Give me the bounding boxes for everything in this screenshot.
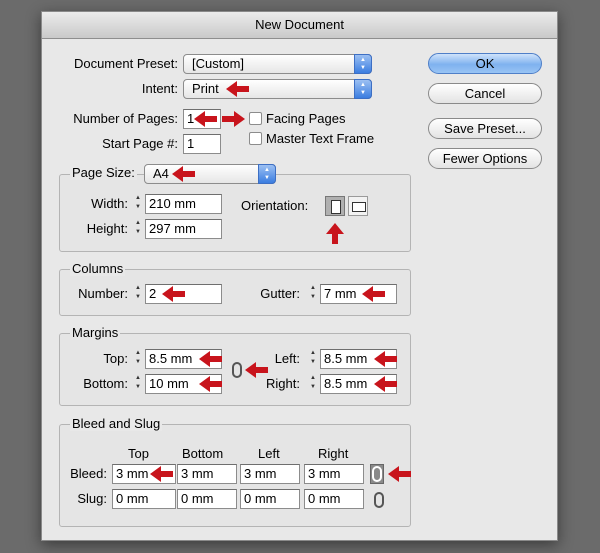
annotation-arrow [374, 376, 397, 392]
master-text-frame-label: Master Text Frame [266, 131, 375, 146]
fewer-options-button[interactable]: Fewer Options [428, 148, 542, 169]
document-preset-select[interactable]: [Custom] ▲ ▼ [183, 54, 372, 74]
margin-left-label: Left: [274, 351, 300, 366]
columns-number-label: Number: [78, 286, 128, 301]
annotation-arrow [199, 351, 222, 367]
annotation-arrow [226, 81, 249, 97]
document-preset-label: Document Preset: [73, 56, 178, 71]
bleed-bottom-field[interactable]: 3 mm [177, 464, 237, 484]
bleed-label: Bleed: [70, 466, 107, 481]
portrait-page-icon [331, 200, 341, 214]
annotation-arrow [222, 111, 245, 127]
width-field[interactable]: 210 mm [145, 194, 222, 214]
annotation-arrow [199, 376, 222, 392]
landscape-orientation-icon[interactable] [348, 196, 368, 216]
gutter-stepper[interactable]: ▲ ▼ [308, 284, 318, 304]
slug-label: Slug: [77, 491, 107, 506]
window-title: New Document [42, 12, 557, 39]
height-field[interactable]: 297 mm [145, 219, 222, 239]
page-size-select[interactable]: A4 ▲ ▼ [144, 164, 276, 184]
margin-bottom-label: Bottom: [83, 376, 128, 391]
intent-select[interactable]: Print ▲ ▼ [183, 79, 372, 99]
master-text-frame-checkbox[interactable] [249, 132, 262, 145]
annotation-arrow [388, 466, 411, 482]
slug-left-field[interactable]: 0 mm [240, 489, 300, 509]
annotation-arrow [326, 223, 344, 244]
margin-bottom-stepper[interactable]: ▲ ▼ [133, 374, 143, 394]
new-document-dialog: New Document Document Preset: [Custom] ▲… [41, 11, 558, 541]
annotation-arrow [374, 351, 397, 367]
margin-right-stepper[interactable]: ▲ ▼ [308, 374, 318, 394]
intent-value: Print [192, 81, 219, 96]
annotation-arrow [194, 111, 217, 127]
facing-pages-label: Facing Pages [266, 111, 346, 126]
cancel-button[interactable]: Cancel [428, 83, 542, 104]
facing-pages-checkbox[interactable] [249, 112, 262, 125]
annotation-arrow [162, 286, 185, 302]
annotation-arrow [150, 466, 173, 482]
slug-top-field[interactable]: 0 mm [112, 489, 176, 509]
slug-bottom-field[interactable]: 0 mm [177, 489, 237, 509]
annotation-arrow [362, 286, 385, 302]
slug-link-icon[interactable] [374, 492, 384, 508]
ok-button[interactable]: OK [428, 53, 542, 74]
start-page-label: Start Page #: [102, 136, 178, 151]
gutter-field[interactable]: 7 mm [320, 284, 397, 304]
start-page-field[interactable]: 1 [183, 134, 221, 154]
orientation-label: Orientation: [241, 198, 309, 213]
link-icon[interactable] [232, 362, 242, 378]
margin-right-label: Right: [266, 376, 300, 391]
width-stepper[interactable]: ▲ ▼ [133, 194, 143, 214]
chain-icon [372, 466, 382, 482]
landscape-page-icon [352, 202, 366, 212]
save-preset-button[interactable]: Save Preset... [428, 118, 542, 139]
col-top-label: Top [128, 446, 149, 461]
columns-title: Columns [70, 261, 126, 276]
annotation-arrow [172, 166, 195, 182]
gutter-label: Gutter: [260, 286, 300, 301]
slug-right-field[interactable]: 0 mm [304, 489, 364, 509]
page-size-label: Page Size: [70, 165, 137, 180]
margins-title: Margins [70, 325, 121, 340]
chevron-updown-icon: ▲ ▼ [354, 79, 372, 99]
chevron-updown-icon: ▲ ▼ [258, 164, 276, 184]
margin-top-stepper[interactable]: ▲ ▼ [133, 349, 143, 369]
number-of-pages-label: Number of Pages: [73, 111, 178, 126]
page-size-value: A4 [153, 166, 169, 181]
height-stepper[interactable]: ▲ ▼ [133, 219, 143, 239]
bleed-link-icon[interactable] [370, 464, 384, 484]
document-preset-value: [Custom] [192, 56, 245, 71]
col-left-label: Left [258, 446, 280, 461]
bleed-right-field[interactable]: 3 mm [304, 464, 364, 484]
intent-label: Intent: [141, 81, 178, 96]
bleed-left-field[interactable]: 3 mm [240, 464, 300, 484]
chevron-updown-icon: ▲ ▼ [354, 54, 372, 74]
col-bottom-label: Bottom [182, 446, 224, 461]
columns-number-stepper[interactable]: ▲ ▼ [133, 284, 143, 304]
portrait-orientation-icon[interactable] [325, 196, 345, 216]
col-right-label: Right [318, 446, 349, 461]
margin-left-stepper[interactable]: ▲ ▼ [308, 349, 318, 369]
margin-top-label: Top: [103, 351, 128, 366]
width-label: Width: [91, 196, 128, 211]
height-label: Height: [86, 221, 128, 236]
bleed-slug-title: Bleed and Slug [70, 416, 163, 431]
